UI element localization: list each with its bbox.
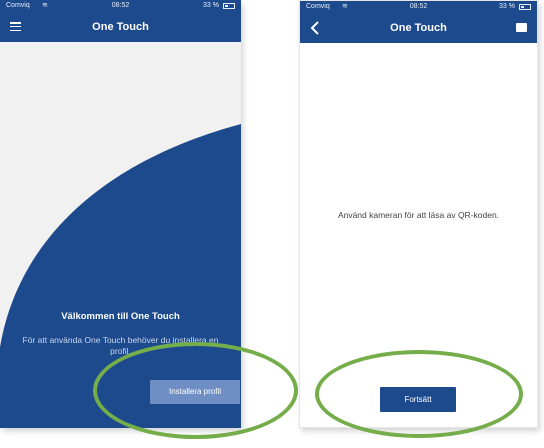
battery-percentage: 33 % bbox=[203, 2, 219, 9]
keyboard-icon[interactable] bbox=[516, 23, 527, 32]
highlight-ellipse-install bbox=[93, 342, 298, 439]
status-bar: Comviq ≋ 08:52 33 % bbox=[300, 1, 537, 13]
nav-title: One Touch bbox=[390, 22, 447, 34]
canvas: Comviq ≋ 08:52 33 % One Touch Välkommen … bbox=[0, 0, 544, 448]
battery-icon bbox=[519, 4, 531, 10]
battery-icon bbox=[223, 3, 235, 9]
nav-title: One Touch bbox=[92, 21, 149, 33]
battery-percentage: 33 % bbox=[499, 3, 515, 10]
welcome-title: Välkommen till One Touch bbox=[61, 311, 180, 322]
qr-instruction-text: Använd kameran för att läsa av QR-koden. bbox=[337, 210, 500, 220]
nav-bar: One Touch bbox=[0, 12, 241, 42]
status-bar: Comviq ≋ 08:52 33 % bbox=[0, 0, 241, 12]
highlight-ellipse-continue bbox=[315, 350, 523, 438]
nav-bar: One Touch bbox=[300, 13, 537, 43]
